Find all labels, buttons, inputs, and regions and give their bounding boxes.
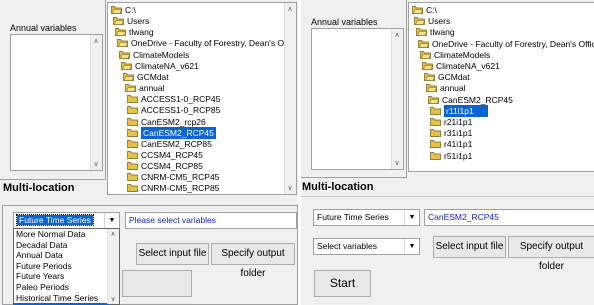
directory-tree[interactable]: C:\ Users tlwang OneDrive - Faculty of Fore… bbox=[107, 2, 297, 195]
annual-variables-list[interactable]: ∧ ∨ bbox=[311, 28, 404, 170]
tree-node[interactable]: ClimateNA_v621 bbox=[422, 60, 500, 72]
folder-icon bbox=[430, 106, 441, 115]
folder-icon bbox=[121, 61, 132, 70]
dropdown-scrollbar[interactable]: ∧ ∨ bbox=[107, 229, 119, 304]
scroll-up-icon[interactable]: ∧ bbox=[108, 230, 118, 238]
dropdown-option[interactable]: Future Periods bbox=[14, 261, 109, 272]
scroll-down-icon[interactable]: ∨ bbox=[108, 295, 118, 303]
variables-select-value: Select variables bbox=[317, 241, 378, 251]
folder-icon bbox=[430, 140, 441, 149]
folder-icon bbox=[111, 6, 122, 14]
tree-node[interactable]: Users bbox=[414, 15, 450, 27]
dropdown-option[interactable]: More Normal Data bbox=[14, 229, 109, 240]
scroll-up-icon[interactable]: ∧ bbox=[392, 31, 402, 39]
folder-icon bbox=[416, 28, 427, 37]
period-select-value: Future Time Series bbox=[317, 212, 389, 222]
tree-node[interactable]: OneDrive - Faculty of Forestry, Dean's O… bbox=[418, 38, 594, 50]
folder-icon bbox=[123, 73, 134, 81]
multi-location-heading: Multi-location bbox=[302, 181, 374, 193]
dropdown-option[interactable]: Paleo Periods bbox=[14, 282, 109, 293]
variables-select[interactable]: Select variables ▼ bbox=[313, 238, 420, 255]
scroll-down-icon[interactable]: ∨ bbox=[392, 159, 402, 167]
folder-icon bbox=[430, 118, 441, 126]
folder-icon bbox=[119, 50, 130, 59]
folder-icon bbox=[113, 17, 124, 25]
variables-display[interactable]: Please select variables bbox=[125, 212, 297, 229]
annual-variables-label: Annual variables bbox=[311, 17, 378, 27]
folder-icon bbox=[127, 151, 138, 159]
select-input-file-button[interactable]: Select input file bbox=[136, 243, 209, 265]
folder-icon bbox=[430, 151, 441, 160]
tree-node[interactable]: r21i1p1 bbox=[430, 116, 472, 128]
specify-output-folder-button[interactable]: Specify output folder bbox=[211, 243, 295, 279]
tree-node[interactable]: ClimateModels bbox=[420, 49, 490, 61]
scroll-down-icon[interactable]: ∨ bbox=[285, 184, 295, 192]
start-button-partial[interactable] bbox=[122, 270, 192, 297]
tree-node[interactable]: CanESM2_RCP45 bbox=[428, 94, 513, 106]
start-button[interactable]: Start bbox=[314, 270, 371, 297]
tree-node[interactable]: GCMdat bbox=[424, 71, 470, 83]
tree-node[interactable]: r41i1p1 bbox=[430, 138, 472, 150]
folder-icon bbox=[127, 173, 138, 182]
period-select[interactable]: Future Time Series ▼ bbox=[13, 212, 120, 229]
folder-icon bbox=[418, 39, 429, 48]
folder-icon bbox=[414, 17, 425, 26]
tree-node[interactable]: C:\ bbox=[412, 4, 437, 16]
folder-icon bbox=[127, 128, 138, 137]
folder-icon bbox=[426, 84, 437, 93]
separator-line bbox=[301, 196, 594, 197]
tree-node[interactable]: r31i1p1 bbox=[430, 127, 472, 139]
tree-node[interactable]: r11i1p1 bbox=[430, 104, 488, 117]
tree-node[interactable]: r51i1p1 bbox=[430, 150, 472, 162]
folder-icon bbox=[127, 162, 138, 170]
folder-icon bbox=[117, 39, 128, 48]
folder-icon bbox=[430, 129, 441, 138]
tree-node[interactable]: CNRM-CM5_RCP85 bbox=[127, 182, 219, 194]
tree-node[interactable]: annual bbox=[426, 82, 466, 94]
model-display[interactable]: CanESM2_RCP45 bbox=[424, 209, 594, 226]
right-screenshot-panel: Annual variables ∧ ∨ Multi-location C:\ U… bbox=[301, 0, 594, 305]
folder-icon bbox=[127, 95, 138, 104]
folder-icon bbox=[115, 28, 126, 37]
chevron-down-icon[interactable]: ▼ bbox=[104, 213, 119, 228]
specify-output-folder-button[interactable]: Specify output folder bbox=[508, 236, 594, 272]
chevron-down-icon[interactable]: ▼ bbox=[404, 239, 419, 254]
folder-icon bbox=[420, 50, 431, 59]
folder-icon bbox=[127, 106, 138, 115]
scroll-up-icon[interactable]: ∧ bbox=[285, 5, 295, 13]
scroll-up-icon[interactable]: ∧ bbox=[91, 37, 101, 45]
left-screenshot-panel: Annual variables ∧ ∨ Multi-location C:\ U… bbox=[0, 0, 298, 305]
annual-variables-label: Annual variables bbox=[10, 23, 77, 33]
folder-icon bbox=[422, 62, 433, 70]
variables-hint: Please select variables bbox=[129, 215, 216, 225]
period-select-value: Future Time Series bbox=[16, 214, 94, 226]
select-input-file-button[interactable]: Select input file bbox=[433, 236, 506, 258]
folder-icon bbox=[125, 84, 136, 92]
variables-scrollbar[interactable]: ∧ ∨ bbox=[90, 35, 102, 170]
directory-tree[interactable]: C:\ Users tlwang OneDrive - Faculty of Fore… bbox=[408, 2, 594, 172]
folder-icon bbox=[424, 73, 435, 82]
dropdown-option[interactable]: Historical Time Series bbox=[14, 293, 109, 304]
scroll-down-icon[interactable]: ∨ bbox=[91, 160, 101, 168]
dropdown-option[interactable]: Future Years bbox=[14, 271, 109, 282]
multi-location-heading: Multi-location bbox=[3, 182, 75, 194]
model-text: CanESM2_RCP45 bbox=[428, 212, 499, 222]
folder-icon bbox=[412, 6, 423, 14]
period-dropdown-list[interactable]: More Normal Data Decadal Data Annual Data F… bbox=[13, 228, 120, 305]
folder-icon bbox=[127, 139, 138, 148]
folder-icon bbox=[127, 117, 138, 126]
chevron-down-icon[interactable]: ▼ bbox=[404, 210, 419, 225]
dropdown-option[interactable]: Annual Data bbox=[14, 250, 109, 261]
folder-icon bbox=[127, 184, 138, 193]
variables-scrollbar[interactable]: ∧ ∨ bbox=[391, 29, 403, 169]
annual-variables-list[interactable]: ∧ ∨ bbox=[10, 34, 103, 171]
dropdown-option[interactable]: Decadal Data bbox=[14, 240, 109, 251]
folder-icon bbox=[428, 95, 439, 104]
tree-scrollbar[interactable]: ∧ ∨ bbox=[284, 3, 296, 194]
period-select[interactable]: Future Time Series ▼ bbox=[313, 209, 420, 226]
tree-node[interactable]: tlwang bbox=[416, 26, 455, 38]
